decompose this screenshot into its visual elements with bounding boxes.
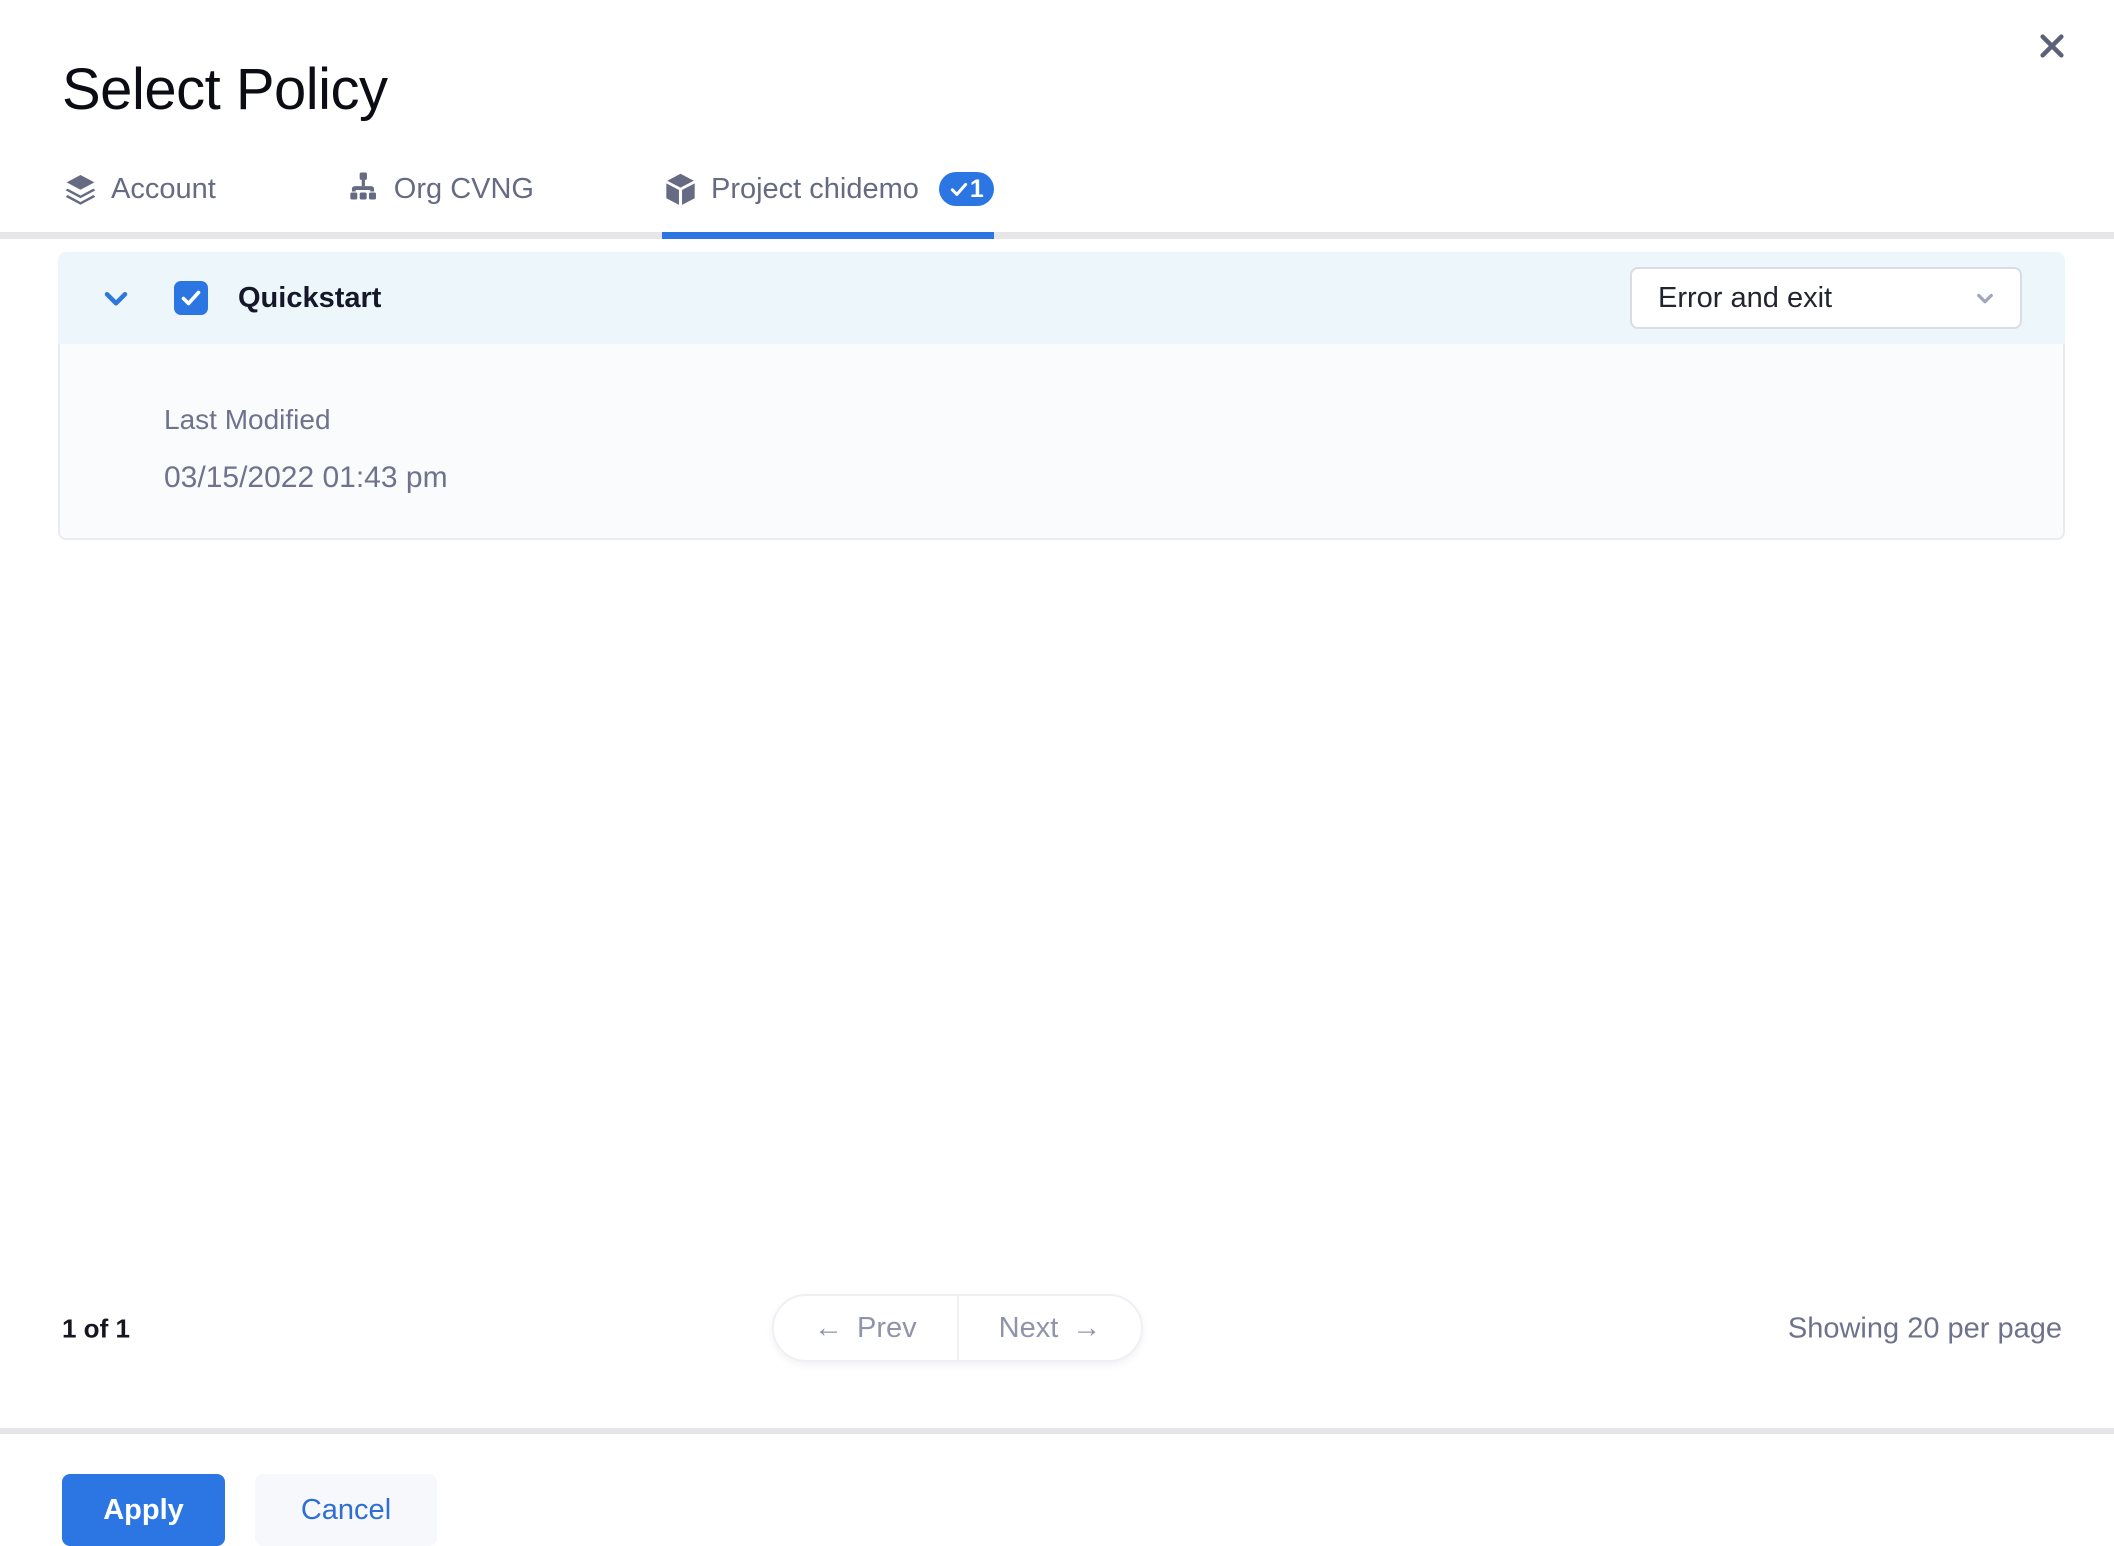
dialog-footer: Apply Cancel: [0, 1434, 2114, 1546]
page-info: 1 of 1: [62, 1313, 130, 1344]
tab-account[interactable]: Account: [62, 166, 216, 239]
select-chevron-down-icon: [1970, 283, 2000, 313]
cube-icon: [662, 171, 699, 208]
tab-org-cvng[interactable]: Org CVNG: [344, 166, 534, 239]
policy-action-select[interactable]: Error and exit: [1630, 267, 2022, 329]
policy-row-header: Quickstart Error and exit: [58, 252, 2065, 344]
policy-name: Quickstart: [238, 281, 382, 314]
checkbox-check-icon: [181, 290, 201, 306]
policy-row-details: Last Modified 03/15/2022 01:43 pm: [58, 344, 2065, 540]
policy-card: Quickstart Error and exit Last Modified …: [58, 252, 2065, 540]
tab-label: Project chidemo: [710, 172, 919, 205]
tab-bar: Account Org CVNG Project chidemo 1: [0, 166, 2114, 239]
select-value: Error and exit: [1658, 281, 1833, 314]
policy-checkbox[interactable]: [174, 281, 208, 315]
row-expander[interactable]: [96, 280, 136, 316]
select-policy-dialog: Select Policy Account Org CVNG Project c…: [0, 0, 2114, 1546]
next-button[interactable]: Next →: [959, 1296, 1142, 1360]
page-title: Select Policy: [62, 57, 388, 122]
last-modified-value: 03/15/2022 01:43 pm: [164, 461, 448, 494]
close-button[interactable]: [2032, 26, 2072, 66]
per-page-info: Showing 20 per page: [1787, 1312, 2062, 1345]
pager-control: ← Prev Next →: [772, 1294, 1144, 1362]
pagination-bar: 1 of 1 ← Prev Next → Showing 20 per page: [0, 1294, 2114, 1364]
selected-count-badge: 1: [938, 172, 994, 206]
last-modified-label: Last Modified: [164, 404, 331, 435]
arrow-right-icon: →: [1072, 1311, 1102, 1344]
prev-label: Prev: [857, 1311, 917, 1344]
close-icon: [2040, 34, 2064, 58]
layers-icon: [62, 171, 99, 208]
prev-button[interactable]: ← Prev: [774, 1296, 957, 1360]
check-icon: [950, 182, 968, 196]
apply-button[interactable]: Apply: [62, 1474, 225, 1546]
badge-count: 1: [969, 174, 984, 203]
chevron-down-icon: [104, 292, 128, 306]
tab-project-chidemo[interactable]: Project chidemo 1: [661, 166, 994, 239]
arrow-left-icon: ←: [814, 1311, 843, 1344]
tab-label: Account: [111, 172, 216, 205]
org-chart-icon: [344, 170, 382, 208]
next-label: Next: [998, 1311, 1059, 1344]
cancel-button[interactable]: Cancel: [255, 1474, 437, 1546]
tab-label: Org CVNG: [393, 172, 534, 205]
